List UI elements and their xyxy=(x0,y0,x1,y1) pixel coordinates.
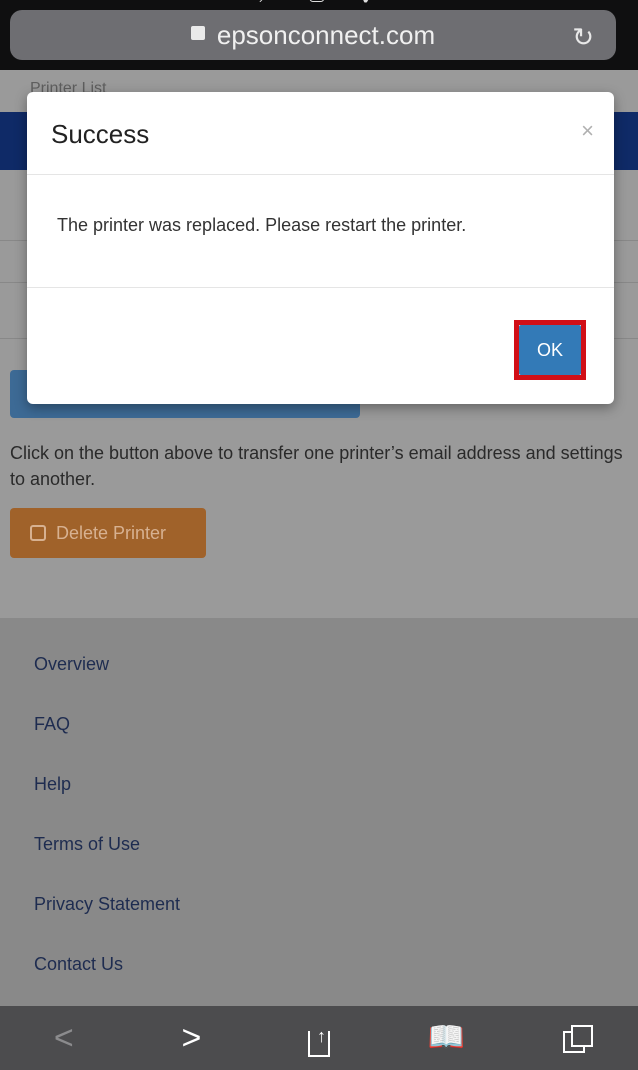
footer-link-faq[interactable]: FAQ xyxy=(34,714,70,735)
lock-icon xyxy=(190,26,205,40)
footer-link-privacy[interactable]: Privacy Statement xyxy=(34,894,180,915)
forward-icon[interactable]: > xyxy=(161,1021,221,1055)
modal-header: Success × xyxy=(27,92,614,175)
footer-link-overview[interactable]: Overview xyxy=(34,654,109,675)
edit-icon xyxy=(30,525,46,541)
ok-highlight-frame: OK xyxy=(514,320,586,380)
share-icon[interactable]: ↑ xyxy=(289,1025,349,1057)
url-text: epsonconnect.com xyxy=(216,19,436,50)
instruction-text: Click on the button above to transfer on… xyxy=(10,443,623,489)
back-icon[interactable]: < xyxy=(34,1021,94,1055)
delete-printer-button[interactable]: Delete Printer xyxy=(10,508,206,558)
browser-bottom-toolbar: < > ↑ 📖 xyxy=(0,1006,638,1070)
reload-icon[interactable]: ↻ xyxy=(572,22,594,53)
url-bar[interactable]: epsonconnect.com ↻ xyxy=(10,10,616,60)
browser-top-bar: ⌕ ▢ ✓ epsonconnect.com ↻ xyxy=(0,0,638,70)
bookmarks-icon[interactable]: 📖 xyxy=(417,1021,477,1055)
footer-link-terms[interactable]: Terms of Use xyxy=(34,834,140,855)
success-modal: Success × The printer was replaced. Plea… xyxy=(27,92,614,404)
footer: Overview FAQ Help Terms of Use Privacy S… xyxy=(0,618,638,1008)
delete-printer-label: Delete Printer xyxy=(56,522,167,543)
modal-body: The printer was replaced. Please restart… xyxy=(27,175,614,288)
ok-button[interactable]: OK xyxy=(519,325,581,375)
modal-title: Success xyxy=(51,119,150,149)
top-toolbar-icons: ⌕ ▢ ✓ xyxy=(0,0,638,8)
close-icon[interactable]: × xyxy=(581,118,594,144)
footer-link-contact[interactable]: Contact Us xyxy=(34,954,123,975)
tabs-icon[interactable] xyxy=(544,1025,604,1053)
modal-message: The printer was replaced. Please restart… xyxy=(57,215,467,235)
footer-link-help[interactable]: Help xyxy=(34,774,71,795)
